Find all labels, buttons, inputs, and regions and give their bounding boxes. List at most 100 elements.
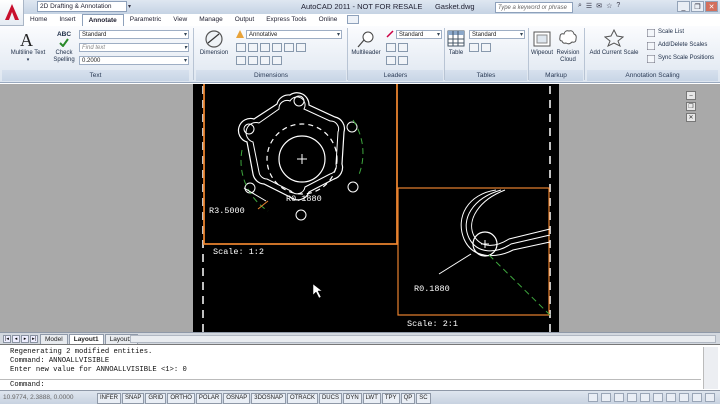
- quick-view-drawings-icon[interactable]: [614, 393, 624, 402]
- dim-update-icon[interactable]: [260, 56, 270, 65]
- restore-icon[interactable]: ❐: [691, 1, 704, 12]
- extract-data-icon[interactable]: [469, 43, 479, 52]
- revision-cloud-icon[interactable]: [558, 29, 578, 47]
- paper-layout[interactable]: R0.1880 R3.5000 Scale: 1:2 R0.1880 Scale…: [193, 84, 559, 333]
- dim-continue-icon[interactable]: [236, 43, 246, 52]
- table-icon[interactable]: [447, 30, 465, 48]
- coordinate-display[interactable]: 10.9774, 2.3888, 0.0000: [3, 394, 73, 401]
- command-scrollbar[interactable]: [703, 347, 718, 389]
- dim-quick-icon[interactable]: [248, 43, 258, 52]
- dim-tolerance-icon[interactable]: [296, 43, 306, 52]
- workspace-dropdown[interactable]: 2D Drafting & Annotation: [37, 1, 127, 12]
- tab-view[interactable]: View: [167, 14, 193, 26]
- panel-text-label[interactable]: Text: [2, 70, 189, 81]
- tab-parametric[interactable]: Parametric: [124, 14, 167, 26]
- first-layout-icon[interactable]: |◂: [3, 335, 11, 343]
- dimension-style-select[interactable]: Annotative: [246, 30, 342, 39]
- find-text-input[interactable]: Find text: [79, 43, 189, 52]
- tab-output[interactable]: Output: [229, 14, 261, 26]
- table-button[interactable]: Table: [445, 50, 467, 57]
- pan-icon[interactable]: [627, 393, 637, 402]
- next-layout-icon[interactable]: ▸: [21, 335, 29, 343]
- communication-icon[interactable]: ✉: [596, 2, 602, 10]
- dim-jog-icon[interactable]: [284, 43, 294, 52]
- text-height-input[interactable]: 0.2000: [79, 56, 189, 65]
- panel-dimensions-label[interactable]: Dimensions: [196, 70, 346, 81]
- chevron-down-icon[interactable]: ▾: [128, 3, 131, 10]
- multiline-text-button[interactable]: Multiline Text: [6, 50, 50, 57]
- showmotion-icon[interactable]: [666, 393, 676, 402]
- toggle-snap[interactable]: SNAP: [122, 393, 145, 404]
- annotation-scale-icon[interactable]: [679, 393, 689, 402]
- application-menu-button[interactable]: [0, 0, 24, 26]
- panel-markup-label[interactable]: Markup: [529, 70, 583, 81]
- toggle-infer[interactable]: INFER: [97, 393, 121, 404]
- tab-express-tools[interactable]: Express Tools: [260, 14, 312, 26]
- viewport-close-icon[interactable]: ✕: [686, 113, 696, 122]
- tab-annotate[interactable]: Annotate: [81, 14, 124, 26]
- subscription-icon[interactable]: ☰: [586, 2, 592, 10]
- toggle-ducs[interactable]: DUCS: [318, 393, 342, 404]
- panel-tables-label[interactable]: Tables: [445, 70, 527, 81]
- dim-oblique-icon[interactable]: [272, 56, 282, 65]
- toggle-3dosnap[interactable]: 3DOSNAP: [251, 393, 286, 404]
- wipeout-button[interactable]: Wipeout: [529, 50, 555, 57]
- add-leader-icon[interactable]: [386, 43, 396, 52]
- tab-manage[interactable]: Manage: [193, 14, 229, 26]
- remove-leader-icon[interactable]: [398, 43, 408, 52]
- viewport-restore-icon[interactable]: ❐: [686, 102, 696, 111]
- text-style-select[interactable]: Standard: [79, 30, 189, 39]
- chevron-down-icon[interactable]: ▾: [6, 57, 50, 64]
- toggle-ortho[interactable]: ORTHO: [167, 393, 195, 404]
- add-delete-scales-button[interactable]: Add/Delete Scales: [658, 41, 707, 50]
- binoculars-icon[interactable]: ⌕: [578, 2, 582, 10]
- tab-insert[interactable]: Insert: [53, 14, 81, 26]
- link-data-icon[interactable]: [481, 43, 491, 52]
- close-icon[interactable]: ✕: [705, 1, 718, 12]
- revision-cloud-button[interactable]: Revision Cloud: [554, 50, 582, 64]
- dimension-button[interactable]: Dimension: [196, 50, 232, 57]
- table-style-select[interactable]: Standard: [469, 30, 525, 39]
- add-current-scale-icon[interactable]: [604, 29, 624, 47]
- toggle-qp[interactable]: QP: [400, 393, 416, 404]
- steering-wheel-icon[interactable]: [653, 393, 663, 402]
- tab-home[interactable]: Home: [24, 14, 53, 26]
- toggle-tpy[interactable]: TPY: [381, 393, 400, 404]
- multiline-text-icon[interactable]: A: [18, 30, 38, 48]
- multileader-button[interactable]: Multileader: [348, 50, 384, 57]
- horizontal-scrollbar[interactable]: [130, 335, 716, 343]
- dim-space-icon[interactable]: [272, 43, 282, 52]
- viewport-1[interactable]: R0.1880 R3.5000 Scale: 1:2: [203, 84, 398, 257]
- ribbon-minimize-icon[interactable]: [347, 15, 360, 24]
- toggle-grid[interactable]: GRID: [145, 393, 167, 404]
- command-input[interactable]: Command:: [10, 381, 45, 389]
- favorites-icon[interactable]: ☆: [606, 2, 612, 10]
- toggle-dyn[interactable]: DYN: [342, 393, 362, 404]
- quick-view-layouts-icon[interactable]: [601, 393, 611, 402]
- toggle-osnap[interactable]: OSNAP: [223, 393, 251, 404]
- collect-leaders-icon[interactable]: [398, 56, 408, 65]
- viewport-2[interactable]: R0.1880 Scale: 2:1: [397, 187, 551, 329]
- paper-space-icon[interactable]: [588, 393, 598, 402]
- multileader-style-select[interactable]: Standard: [396, 30, 442, 39]
- dimension-icon[interactable]: [204, 29, 224, 49]
- scale-list-button[interactable]: Scale List: [658, 28, 684, 37]
- viewport-minimize-icon[interactable]: –: [686, 91, 696, 100]
- multileader-icon[interactable]: [356, 31, 376, 49]
- prev-layout-icon[interactable]: ◂: [12, 335, 20, 343]
- panel-annotation-scaling-label[interactable]: Annotation Scaling: [587, 70, 718, 81]
- help-icon[interactable]: ?: [616, 2, 620, 10]
- toggle-lwt[interactable]: LWT: [362, 393, 381, 404]
- lock-icon[interactable]: [705, 393, 715, 402]
- dim-break-icon[interactable]: [260, 43, 270, 52]
- search-input[interactable]: Type a keyword or phrase: [495, 2, 573, 13]
- toggle-polar[interactable]: POLAR: [195, 393, 223, 404]
- dim-inspect-icon[interactable]: [248, 56, 258, 65]
- sync-scale-positions-button[interactable]: Sync Scale Positions: [658, 54, 714, 63]
- wipeout-icon[interactable]: [533, 30, 551, 48]
- check-spelling-button[interactable]: Check Spelling: [51, 50, 77, 64]
- align-leaders-icon[interactable]: [386, 56, 396, 65]
- toggle-otrack[interactable]: OTRACK: [286, 393, 318, 404]
- panel-leaders-label[interactable]: Leaders: [348, 70, 443, 81]
- workspace-switch-icon[interactable]: [692, 393, 702, 402]
